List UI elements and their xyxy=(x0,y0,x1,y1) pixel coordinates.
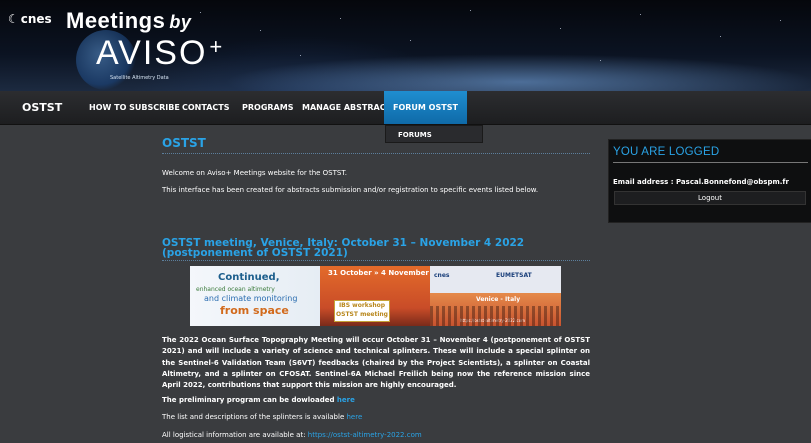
meeting-poster: Continued, enhanced ocean altimetry and … xyxy=(190,266,561,326)
nav-how-to-subscribe[interactable]: HOW TO SUBSCRIBE xyxy=(87,91,182,124)
star xyxy=(640,14,641,15)
intro-text: This interface has been created for abst… xyxy=(162,186,539,194)
star xyxy=(600,60,601,61)
nav-contacts[interactable]: CONTACTS xyxy=(180,91,231,124)
main-navbar: OSTST HOW TO SUBSCRIBE CONTACTS PROGRAMS… xyxy=(0,91,811,125)
cnes-logo[interactable]: ☾ cnes xyxy=(8,12,52,26)
poster-climate: and climate monitoring xyxy=(204,294,298,303)
poster-eumetsat-logo: EUMETSAT xyxy=(496,272,532,279)
panel-divider xyxy=(613,162,808,163)
header-banner: ☾ cnes Meetings by AVISO+ Satellite Altime… xyxy=(0,0,811,91)
nav-programs[interactable]: PROGRAMS xyxy=(240,91,295,124)
poster-left-panel: Continued, enhanced ocean altimetry and … xyxy=(190,266,320,326)
star xyxy=(720,36,721,37)
title-meetings: Meetings xyxy=(66,8,166,33)
aviso-subtitle: Satellite Altimetry Data xyxy=(110,75,169,81)
poster-enhanced: enhanced ocean altimetry xyxy=(196,286,275,293)
prelim-line: The preliminary program can be dowloaded… xyxy=(162,395,355,406)
poster-continued: Continued, xyxy=(218,272,280,283)
poster-venice: Venice - Italy xyxy=(476,296,521,303)
star xyxy=(470,10,471,11)
poster-ibs-line2: OSTST meeting xyxy=(336,311,388,318)
nav-manage-abstract[interactable]: MANAGE ABSTRACT xyxy=(300,91,393,124)
crescent-icon: ☾ xyxy=(8,12,19,26)
splinter-text: The list and descriptions of the splinte… xyxy=(162,413,345,421)
logout-button[interactable]: Logout xyxy=(614,191,806,205)
logistic-link[interactable]: https://ostst-altimetry-2022.com xyxy=(308,431,422,439)
nav-brand[interactable]: OSTST xyxy=(20,91,64,124)
venice-skyline-icon xyxy=(430,306,561,326)
nav-forum-ostst[interactable]: FORUM OSTST xyxy=(384,91,467,124)
star xyxy=(410,40,411,41)
star xyxy=(260,30,261,31)
welcome-text: Welcome on Aviso+ Meetings website for t… xyxy=(162,169,348,177)
prelim-text: The preliminary program can be dowloaded xyxy=(162,396,335,404)
poster-cnes-logo: cnes xyxy=(434,272,450,279)
email-address-label: Email address : Pascal.Bonnefond@obspm.f… xyxy=(613,178,789,186)
star xyxy=(300,55,301,56)
aviso-logo[interactable]: AVISO+ xyxy=(96,34,224,73)
star xyxy=(780,20,781,21)
logistic-line: All logistical information are available… xyxy=(162,430,422,441)
login-panel: YOU ARE LOGGED Email address : Pascal.Bo… xyxy=(608,139,811,223)
aviso-text: AVISO xyxy=(96,34,208,72)
poster-from-space: from space xyxy=(220,304,289,317)
poster-middle-panel: 31 October » 4 November 2022 IBS worksho… xyxy=(320,266,451,326)
poster-ibs-box: IBS workshop OSTST meeting xyxy=(334,300,390,322)
star xyxy=(200,12,201,13)
title-by: by xyxy=(169,12,192,32)
logistic-text: All logistical information are available… xyxy=(162,431,306,439)
aviso-plus: + xyxy=(209,34,225,59)
star xyxy=(340,18,341,19)
cnes-text: cnes xyxy=(20,12,52,26)
site-title[interactable]: Meetings by xyxy=(66,8,191,34)
panel-title: YOU ARE LOGGED xyxy=(613,146,720,158)
meeting-title: OSTST meeting, Venice, Italy: October 31… xyxy=(162,238,590,261)
main-content: OSTST Welcome on Aviso+ Meetings website… xyxy=(162,136,590,439)
splinter-line: The list and descriptions of the splinte… xyxy=(162,412,362,423)
page-title: OSTST xyxy=(162,136,590,154)
splinter-link[interactable]: here xyxy=(347,413,363,421)
poster-ibs-line1: IBS workshop xyxy=(338,302,386,309)
meeting-description: The 2022 Ocean Surface Topography Meetin… xyxy=(162,336,590,390)
prelim-link[interactable]: here xyxy=(337,396,355,404)
star xyxy=(560,28,561,29)
